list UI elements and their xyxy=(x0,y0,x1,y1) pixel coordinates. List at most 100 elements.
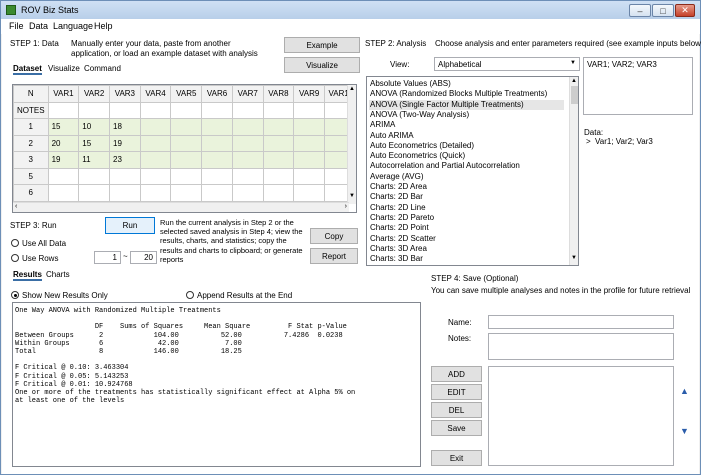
grid-vertical-scrollbar[interactable]: ▲ ▼ xyxy=(347,85,356,204)
grid-cell[interactable] xyxy=(47,167,80,185)
edit-button[interactable]: EDIT xyxy=(431,384,482,400)
notes-input[interactable] xyxy=(488,333,674,360)
grid-cell[interactable] xyxy=(170,118,203,136)
grid-cell[interactable] xyxy=(293,151,326,169)
grid-horizontal-scrollbar[interactable]: ‹ › xyxy=(13,202,349,212)
close-button[interactable]: ✕ xyxy=(675,4,695,17)
grid-cell[interactable] xyxy=(293,101,326,119)
scroll-left-icon[interactable]: ‹ xyxy=(15,203,17,210)
grid-cell[interactable] xyxy=(231,118,264,136)
grid-row-header[interactable]: 6 xyxy=(13,184,49,202)
grid-column-header[interactable]: VAR5 xyxy=(170,85,203,103)
grid-cell[interactable] xyxy=(293,167,326,185)
grid-column-header[interactable]: VAR9 xyxy=(293,85,326,103)
grid-cell[interactable] xyxy=(139,151,172,169)
list-item[interactable]: Autocorrelation and Partial Autocorrelat… xyxy=(369,161,564,171)
grid-cell[interactable]: 11 xyxy=(78,151,110,169)
list-item[interactable]: Auto Econometrics (Detailed) xyxy=(369,141,564,151)
list-item[interactable]: Charts: 3D Bar xyxy=(369,254,564,264)
grid-cell[interactable] xyxy=(262,134,295,152)
grid-row-header[interactable]: 1 xyxy=(13,118,49,136)
results-output[interactable]: One Way ANOVA with Randomized Multiple T… xyxy=(12,302,421,467)
menu-data[interactable]: Data xyxy=(29,21,48,31)
grid-column-header[interactable]: VAR4 xyxy=(139,85,172,103)
list-item[interactable]: Charts: 2D Point xyxy=(369,223,564,233)
save-button[interactable]: Save xyxy=(431,420,482,436)
use-rows-radio[interactable] xyxy=(11,254,19,262)
grid-cell[interactable] xyxy=(201,101,233,119)
move-down-icon[interactable]: ▼ xyxy=(680,426,689,436)
list-item[interactable]: Auto ARIMA xyxy=(369,131,564,141)
copy-button[interactable]: Copy xyxy=(310,228,358,244)
list-item[interactable]: Auto Econometrics (Quick) xyxy=(369,151,564,161)
grid-cell[interactable] xyxy=(262,118,295,136)
grid-cell[interactable] xyxy=(293,184,326,202)
grid-cell[interactable]: 20 xyxy=(47,134,80,152)
grid-cell[interactable] xyxy=(139,118,172,136)
scroll-up-icon[interactable]: ▲ xyxy=(571,78,577,84)
grid-cell[interactable] xyxy=(170,184,203,202)
grid-cell[interactable]: 18 xyxy=(109,118,141,136)
grid-cell[interactable] xyxy=(231,134,264,152)
grid-cell[interactable] xyxy=(139,101,172,119)
grid-cell[interactable]: 10 xyxy=(78,118,110,136)
grid-cell[interactable] xyxy=(170,167,203,185)
list-item[interactable]: Charts: 2D Scatter xyxy=(369,234,564,244)
list-item[interactable]: Charts: 3D Area xyxy=(369,244,564,254)
scroll-down-icon[interactable]: ▼ xyxy=(349,193,355,199)
grid-cell[interactable] xyxy=(231,167,264,185)
list-item[interactable]: Charts: 2D Bar xyxy=(369,192,564,202)
grid-cell[interactable] xyxy=(78,101,110,119)
grid-cell[interactable]: 19 xyxy=(47,151,80,169)
list-item[interactable]: ANOVA (Two-Way Analysis) xyxy=(369,110,564,120)
grid-cell[interactable] xyxy=(170,151,203,169)
grid-cell[interactable] xyxy=(170,134,203,152)
grid-column-header[interactable]: VAR2 xyxy=(78,85,110,103)
rows-from-input[interactable]: 1 xyxy=(94,251,121,264)
visualize-button[interactable]: Visualize xyxy=(284,57,360,73)
grid-cell[interactable]: 23 xyxy=(109,151,141,169)
maximize-button[interactable]: □ xyxy=(652,4,674,17)
append-results-radio[interactable] xyxy=(186,291,194,299)
grid-cell[interactable] xyxy=(201,118,233,136)
add-button[interactable]: ADD xyxy=(431,366,482,382)
move-up-icon[interactable]: ▲ xyxy=(680,386,689,396)
menu-help[interactable]: Help xyxy=(94,21,113,31)
grid-cell[interactable] xyxy=(47,101,80,119)
grid-cell[interactable] xyxy=(139,184,172,202)
grid-cell[interactable] xyxy=(109,101,141,119)
grid-cell[interactable] xyxy=(109,184,141,202)
grid-column-header[interactable]: VAR3 xyxy=(109,85,141,103)
scroll-up-icon[interactable]: ▲ xyxy=(349,86,355,92)
grid-cell[interactable] xyxy=(262,151,295,169)
run-button[interactable]: Run xyxy=(105,217,155,234)
grid-cell[interactable] xyxy=(201,184,233,202)
list-item[interactable]: Absolute Values (ABS) xyxy=(369,79,564,89)
grid-cell[interactable] xyxy=(231,151,264,169)
grid-cell[interactable] xyxy=(293,118,326,136)
use-all-data-radio[interactable] xyxy=(11,239,19,247)
exit-button[interactable]: Exit xyxy=(431,450,482,466)
grid-cell[interactable] xyxy=(170,101,203,119)
grid-cell[interactable] xyxy=(231,101,264,119)
grid-row-header[interactable]: 3 xyxy=(13,151,49,169)
grid-cell[interactable] xyxy=(262,167,295,185)
analysis-list[interactable]: Absolute Values (ABS) ANOVA (Randomized B… xyxy=(366,76,579,266)
grid-cell[interactable] xyxy=(231,184,264,202)
grid-row-header[interactable]: NOTES xyxy=(13,101,49,119)
grid-cell[interactable] xyxy=(293,134,326,152)
grid-cell[interactable] xyxy=(201,151,233,169)
minimize-button[interactable]: – xyxy=(629,4,651,17)
grid-cell[interactable] xyxy=(109,167,141,185)
grid-column-header[interactable]: VAR8 xyxy=(262,85,295,103)
list-item[interactable]: Charts: 2D Pareto xyxy=(369,213,564,223)
grid-cell[interactable]: 15 xyxy=(47,118,80,136)
tab-dataset[interactable]: Dataset xyxy=(13,64,42,75)
scroll-down-icon[interactable]: ▼ xyxy=(571,255,577,261)
list-item[interactable]: Average (AVG) xyxy=(369,172,564,182)
parameters-input[interactable]: VAR1; VAR2; VAR3 xyxy=(583,57,693,115)
grid-cell[interactable]: 15 xyxy=(78,134,110,152)
grid-cell[interactable] xyxy=(78,184,110,202)
view-select[interactable]: Alphabetical ▼ xyxy=(434,57,580,71)
menu-file[interactable]: File xyxy=(9,21,24,31)
